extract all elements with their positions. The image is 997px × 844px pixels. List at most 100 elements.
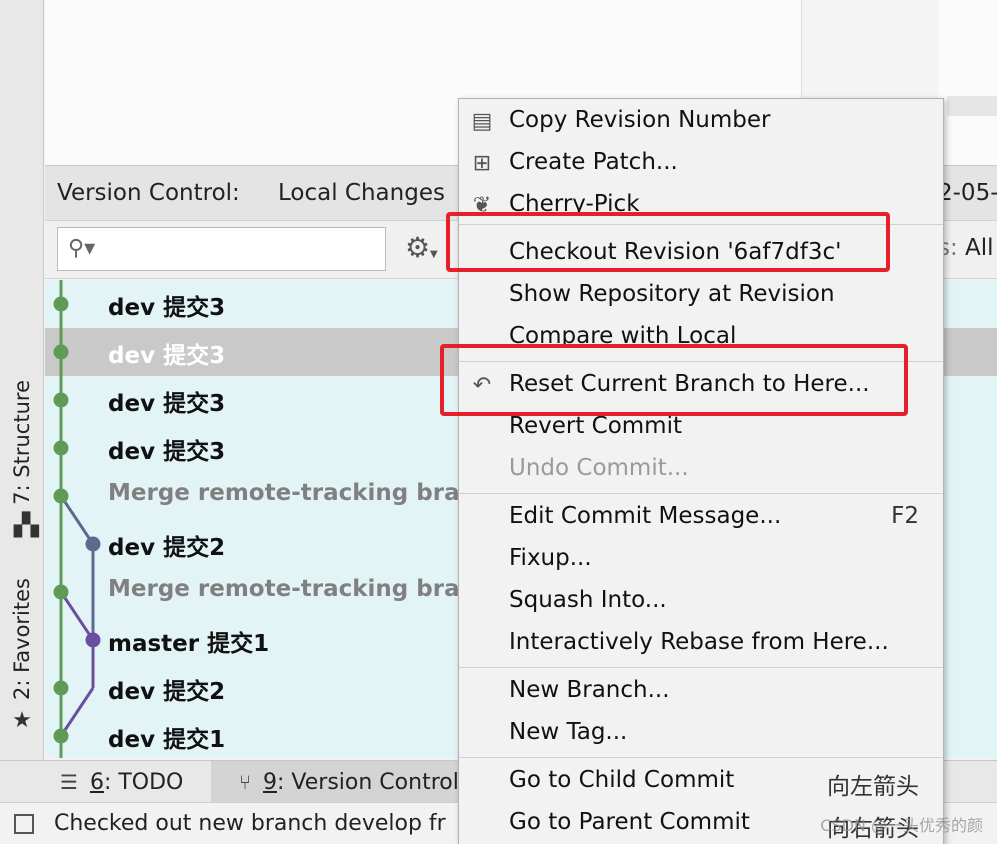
star-icon: ★ [12, 707, 32, 733]
commit-node [53, 488, 69, 504]
menu-item-fixup[interactable]: Fixup... [459, 539, 943, 581]
user-filter[interactable]: s: All [938, 235, 994, 261]
editor-right-pane [801, 0, 938, 110]
commit-message: dev 提交2 [108, 535, 226, 561]
tab-vc-label: : Version Control [277, 769, 459, 795]
tab-vc-number: 9 [263, 769, 277, 795]
menu-item-interactive-rebase[interactable]: Interactively Rebase from Here... [459, 623, 943, 665]
menu-item-label: Compare with Local [509, 323, 737, 349]
menu-separator [459, 667, 943, 668]
patch-icon: ⊞ [472, 151, 492, 176]
structure-icon: ▗▚ [5, 512, 39, 538]
menu-item-label: Cherry-Pick [509, 191, 640, 217]
commit-message: Merge remote-tracking branc [108, 576, 490, 602]
commit-node [85, 632, 101, 648]
menu-item-label: Go to Parent Commit [509, 809, 750, 835]
commit-message: dev 提交1 [108, 727, 226, 753]
undo-icon: ↶ [472, 373, 492, 398]
menu-item-undo-commit: Undo Commit... [459, 449, 943, 491]
search-input[interactable] [102, 234, 372, 264]
search-icon[interactable]: ⚲▾ [68, 236, 95, 261]
menu-item-label: Reset Current Branch to Here... [509, 371, 870, 397]
commit-node [53, 728, 69, 744]
menu-item-label: Fixup... [509, 545, 592, 571]
filter-value: All [965, 235, 994, 261]
menu-separator [459, 361, 943, 362]
menu-item-shortcut: 向左箭头 [827, 774, 919, 800]
menu-separator [459, 493, 943, 494]
menu-item-compare-with-local[interactable]: Compare with Local [459, 317, 943, 359]
menu-item-label: New Branch... [509, 677, 670, 703]
cherry-icon: ❦ [472, 193, 492, 218]
list-icon: ☰ [60, 770, 78, 794]
menu-item-label: Create Patch... [509, 149, 678, 175]
menu-item-checkout-revision[interactable]: Checkout Revision '6af7df3c' [459, 233, 943, 275]
commit-message: dev 提交3 [108, 295, 226, 321]
side-branch-line [59, 495, 95, 545]
menu-item-label: Squash Into... [509, 587, 667, 613]
side-branch-line [59, 591, 95, 641]
menu-item-label: Edit Commit Message... [509, 503, 782, 529]
menu-item-new-tag[interactable]: New Tag... [459, 713, 943, 755]
tool-windows-toggle-icon[interactable] [14, 814, 34, 834]
gear-icon[interactable]: ⚙ [405, 231, 430, 264]
menu-item-label: Go to Child Commit [509, 767, 735, 793]
tab-version-control[interactable]: ⑂ 9: Version Control [211, 761, 471, 803]
menu-item-revert-commit[interactable]: Revert Commit [459, 407, 943, 449]
menu-item-label: Interactively Rebase from Here... [509, 629, 889, 655]
status-message: Checked out new branch develop fr [54, 811, 446, 836]
menu-separator [459, 757, 943, 758]
favorites-tab-label: 2: Favorites [10, 578, 34, 700]
chevron-down-icon: ▼ [430, 249, 438, 260]
watermark: CSDN @一头优秀的颜 [820, 816, 983, 835]
commit-message: master 提交1 [108, 631, 270, 657]
menu-item-copy-revision-number[interactable]: ▤ Copy Revision Number [459, 101, 943, 143]
tab-todo-label: : TODO [103, 769, 184, 795]
commit-message: dev 提交2 [108, 679, 226, 705]
menu-item-label: Copy Revision Number [509, 107, 771, 133]
tab-local-changes[interactable]: Local Changes [278, 180, 445, 206]
menu-item-label: New Tag... [509, 719, 628, 745]
commit-message: dev 提交3 [108, 343, 226, 369]
ide-window: 7: Structure ▗▚ 2: Favorites ★ Version C… [0, 0, 997, 844]
commit-node [53, 296, 69, 312]
commit-node [53, 584, 69, 600]
commit-message: dev 提交3 [108, 439, 226, 465]
structure-tool-tab[interactable]: 7: Structure ▗▚ [0, 380, 44, 538]
menu-item-shortcut: F2 [891, 503, 919, 529]
tab-todo-number: 6 [89, 769, 104, 795]
structure-tab-label: 7: Structure [10, 380, 34, 505]
vc-panel-title: Version Control: [57, 180, 240, 206]
menu-item-show-repository[interactable]: Show Repository at Revision [459, 275, 943, 317]
menu-item-reset-current-branch[interactable]: ↶ Reset Current Branch to Here... [459, 365, 943, 407]
menu-item-new-branch[interactable]: New Branch... [459, 671, 943, 713]
menu-item-go-to-child-commit[interactable]: Go to Child Commit 向左箭头 [459, 761, 943, 803]
commit-node [53, 344, 69, 360]
branch-icon: ⑂ [239, 770, 251, 794]
commit-node [53, 392, 69, 408]
tab-todo[interactable]: ☰ 6: TODO [60, 761, 210, 803]
menu-item-edit-commit-message[interactable]: Edit Commit Message... F2 [459, 497, 943, 539]
commit-node [53, 680, 69, 696]
side-branch-line [59, 687, 95, 737]
menu-item-create-patch[interactable]: ⊞ Create Patch... [459, 143, 943, 185]
commit-node [85, 536, 101, 552]
menu-item-squash-into[interactable]: Squash Into... [459, 581, 943, 623]
menu-item-label: Revert Commit [509, 413, 682, 439]
menu-separator [459, 224, 943, 225]
menu-item-label: Undo Commit... [509, 455, 689, 481]
favorites-tool-tab[interactable]: 2: Favorites ★ [0, 578, 44, 733]
menu-item-cherry-pick[interactable]: ❦ Cherry-Pick [459, 185, 943, 227]
commit-node [53, 440, 69, 456]
copy-icon: ▤ [471, 109, 493, 134]
left-tool-strip: 7: Structure ▗▚ 2: Favorites ★ [0, 0, 44, 760]
menu-item-label: Checkout Revision '6af7df3c' [509, 239, 842, 265]
commit-message: dev 提交3 [108, 391, 226, 417]
commit-message: Merge remote-tracking branc [108, 480, 490, 506]
commit-graph [53, 280, 101, 758]
commit-context-menu: ▤ Copy Revision Number ⊞ Create Patch...… [458, 98, 944, 844]
editor-scrollbar[interactable] [947, 96, 997, 116]
date-fragment: 2-05- [938, 180, 997, 206]
search-field[interactable]: ⚲▾ [57, 227, 386, 271]
menu-item-label: Show Repository at Revision [509, 281, 835, 307]
